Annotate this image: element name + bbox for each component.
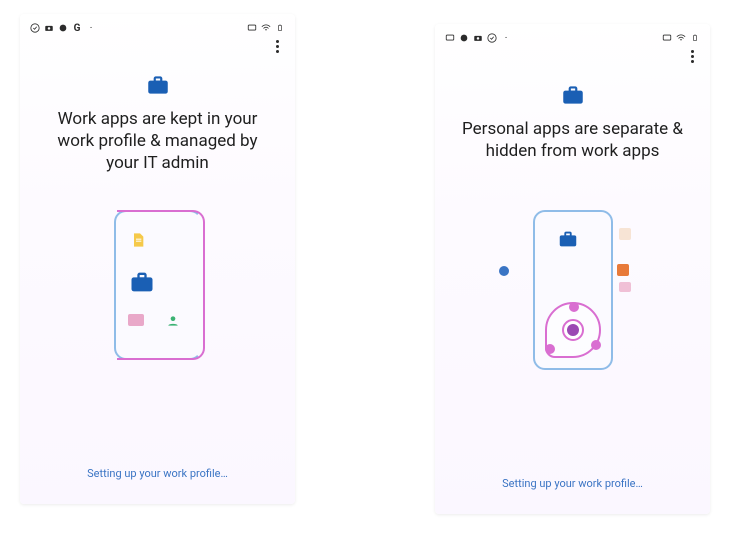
peach-square-icon xyxy=(619,228,631,240)
camera-icon xyxy=(473,33,483,43)
briefcase-header-icon xyxy=(30,72,285,98)
page-title: Work apps are kept in your work profile … xyxy=(30,98,285,174)
more-options-button[interactable] xyxy=(269,38,285,54)
page-title: Personal apps are separate & hidden from… xyxy=(445,108,700,162)
check-circle-icon xyxy=(487,33,497,43)
battery-icon xyxy=(690,33,700,43)
pink-square-icon xyxy=(619,282,631,292)
pink-square-icon xyxy=(128,314,144,326)
battery-icon xyxy=(275,23,285,33)
illustration-work xyxy=(30,174,285,467)
briefcase-header-icon xyxy=(445,82,700,108)
circle-icon xyxy=(459,33,469,43)
camera-icon xyxy=(44,23,54,33)
setup-status-text: Setting up your work profile… xyxy=(30,467,285,494)
cast-icon xyxy=(247,23,257,33)
doc-yellow-icon xyxy=(130,230,146,250)
briefcase-icon xyxy=(128,268,156,296)
status-bar: · xyxy=(445,30,700,46)
orange-square-icon xyxy=(617,264,629,276)
illustration-personal xyxy=(445,162,700,477)
briefcase-icon xyxy=(557,228,579,250)
status-bar: G · xyxy=(30,20,285,36)
google-g-icon: G xyxy=(72,23,82,33)
check-circle-icon xyxy=(30,23,40,33)
personal-widget-cluster-icon xyxy=(545,302,601,358)
status-left: · xyxy=(445,33,511,43)
more-options-button[interactable] xyxy=(684,48,700,64)
status-right xyxy=(247,23,285,33)
wifi-icon xyxy=(261,23,271,33)
phone-work-profile: G · Work apps are kept in your work pr xyxy=(20,14,295,504)
blue-dot-icon xyxy=(499,266,509,276)
dot-icon: · xyxy=(501,33,511,43)
dot-icon: · xyxy=(86,23,96,33)
status-right xyxy=(662,33,700,43)
phone-personal-apps: · Personal apps are separate & hidden fr… xyxy=(435,24,710,514)
status-left: G · xyxy=(30,23,96,33)
circle-icon xyxy=(58,23,68,33)
person-green-icon xyxy=(166,314,180,328)
cast-icon xyxy=(662,33,672,43)
wifi-icon xyxy=(676,33,686,43)
setup-status-text: Setting up your work profile… xyxy=(445,477,700,504)
cast-icon xyxy=(445,33,455,43)
